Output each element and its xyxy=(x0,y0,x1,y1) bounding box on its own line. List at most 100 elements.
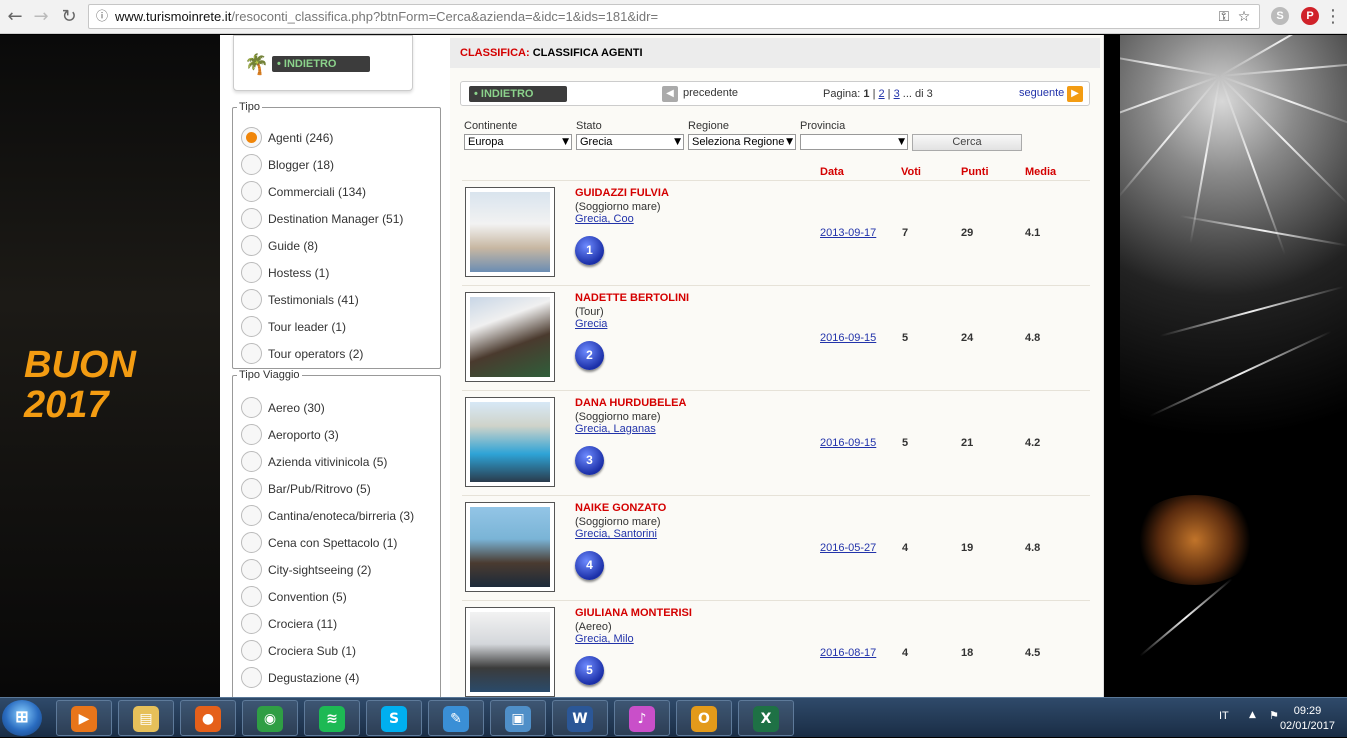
review-date-link[interactable]: 2013-09-17 xyxy=(820,227,876,239)
agent-photo[interactable] xyxy=(465,397,555,487)
radio-button-icon[interactable] xyxy=(241,397,262,418)
taskbar-app-button[interactable]: ≋ xyxy=(304,700,360,736)
review-date-link[interactable]: 2016-05-27 xyxy=(820,542,876,554)
agent-location-link[interactable]: Grecia, Santorini xyxy=(575,528,657,540)
agent-photo[interactable] xyxy=(465,607,555,697)
agent-photo[interactable] xyxy=(465,187,555,277)
taskbar-app-button[interactable]: O xyxy=(676,700,732,736)
prev-page-link[interactable]: precedente xyxy=(683,87,738,99)
radio-button-icon[interactable] xyxy=(241,667,262,688)
radio-button-icon[interactable] xyxy=(241,316,262,337)
radio-button-icon[interactable] xyxy=(241,235,262,256)
taskbar-app-button[interactable]: ◉ xyxy=(242,700,298,736)
radio-option[interactable]: Agenti (246) xyxy=(241,127,333,149)
agent-photo[interactable] xyxy=(465,292,555,382)
agent-location-link[interactable]: Grecia xyxy=(575,318,607,330)
radio-option[interactable]: Crociera Sub (1) xyxy=(241,640,356,662)
prev-page-icon[interactable]: ◀ xyxy=(662,86,678,102)
radio-button-icon[interactable] xyxy=(241,559,262,580)
taskbar-app-button[interactable]: ▤ xyxy=(118,700,174,736)
page-link-3[interactable]: 3 xyxy=(894,88,900,100)
radio-option[interactable]: City-sightseeing (2) xyxy=(241,559,371,581)
address-bar[interactable]: ⓘ www.turismoinrete.it/resoconti_classif… xyxy=(88,4,1260,29)
radio-button-icon[interactable] xyxy=(241,181,262,202)
taskbar-app-button[interactable]: X xyxy=(738,700,794,736)
radio-option[interactable]: Guide (8) xyxy=(241,235,318,257)
forward-arrow-icon[interactable]: → xyxy=(30,6,52,28)
taskbar-app-button[interactable]: ✎ xyxy=(428,700,484,736)
radio-button-icon[interactable] xyxy=(241,478,262,499)
stato-select[interactable]: Grecia ▼ xyxy=(576,134,684,150)
taskbar-app-button[interactable]: ▣ xyxy=(490,700,546,736)
radio-option[interactable]: Cantina/enoteca/birreria (3) xyxy=(241,505,414,527)
next-page-link[interactable]: seguente xyxy=(1019,87,1064,99)
back-button-secondary[interactable]: • INDIETRO xyxy=(469,86,567,102)
agent-location-link[interactable]: Grecia, Milo xyxy=(575,633,634,645)
radio-button-icon[interactable] xyxy=(241,343,262,364)
radio-option[interactable]: Azienda vitivinicola (5) xyxy=(241,451,387,473)
agent-location-link[interactable]: Grecia, Laganas xyxy=(575,423,656,435)
taskbar-app-button[interactable]: S xyxy=(366,700,422,736)
back-button[interactable]: • INDIETRO xyxy=(272,56,370,72)
agent-name[interactable]: GUIDAZZI FULVIA xyxy=(575,187,669,199)
radio-button-icon[interactable] xyxy=(241,154,262,175)
back-arrow-icon[interactable]: ← xyxy=(4,6,26,28)
page-link-2[interactable]: 2 xyxy=(878,88,884,100)
review-date-link[interactable]: 2016-09-15 xyxy=(820,332,876,344)
radio-option[interactable]: Blogger (18) xyxy=(241,154,334,176)
agent-name[interactable]: DANA HURDUBELEA xyxy=(575,397,686,409)
language-indicator[interactable]: IT xyxy=(1219,710,1229,722)
radio-option[interactable]: Destination Manager (51) xyxy=(241,208,403,230)
radio-button-icon[interactable] xyxy=(241,262,262,283)
radio-button-icon[interactable] xyxy=(241,613,262,634)
next-page-icon[interactable]: ▶ xyxy=(1067,86,1083,102)
radio-button-icon[interactable] xyxy=(241,451,262,472)
clock[interactable]: 09:29 02/01/2017 xyxy=(1280,704,1335,734)
provincia-select[interactable]: ▼ xyxy=(800,134,908,150)
agent-name[interactable]: GIULIANA MONTERISI xyxy=(575,607,692,619)
agent-name[interactable]: NAIKE GONZATO xyxy=(575,502,666,514)
key-icon[interactable]: ⚿ xyxy=(1215,9,1233,25)
agent-photo[interactable] xyxy=(465,502,555,592)
radio-option[interactable]: Convention (5) xyxy=(241,586,347,608)
review-date-link[interactable]: 2016-08-17 xyxy=(820,647,876,659)
radio-option[interactable]: Hostess (1) xyxy=(241,262,329,284)
flag-icon[interactable]: ⚑ xyxy=(1269,709,1279,722)
start-button[interactable]: ⊞ xyxy=(2,700,42,736)
radio-button-icon[interactable] xyxy=(241,208,262,229)
continente-select[interactable]: Europa ▼ xyxy=(464,134,572,150)
radio-button-icon[interactable] xyxy=(241,127,262,148)
search-button[interactable]: Cerca xyxy=(912,134,1022,151)
skype-extension-icon[interactable]: S xyxy=(1271,7,1289,25)
radio-button-icon[interactable] xyxy=(241,532,262,553)
review-date-link[interactable]: 2016-09-15 xyxy=(820,437,876,449)
taskbar-app-button[interactable]: W xyxy=(552,700,608,736)
radio-option[interactable]: Testimonials (41) xyxy=(241,289,359,311)
radio-option[interactable]: Commerciali (134) xyxy=(241,181,366,203)
radio-option[interactable]: Bar/Pub/Ritrovo (5) xyxy=(241,478,371,500)
radio-button-icon[interactable] xyxy=(241,289,262,310)
pinterest-extension-icon[interactable]: P xyxy=(1301,7,1319,25)
radio-option[interactable]: Aereo (30) xyxy=(241,397,325,419)
radio-option[interactable]: Aeroporto (3) xyxy=(241,424,339,446)
radio-option[interactable]: Tour leader (1) xyxy=(241,316,346,338)
bookmark-star-icon[interactable]: ☆ xyxy=(1235,9,1253,25)
taskbar-app-button[interactable]: ▶ xyxy=(56,700,112,736)
regione-select[interactable]: Seleziona Regione ▼ xyxy=(688,134,796,150)
radio-button-icon[interactable] xyxy=(241,586,262,607)
agent-name[interactable]: NADETTE BERTOLINI xyxy=(575,292,689,304)
radio-option[interactable]: Degustazione (4) xyxy=(241,667,359,689)
reload-icon[interactable]: ↻ xyxy=(58,6,80,28)
radio-option[interactable]: Crociera (11) xyxy=(241,613,337,635)
menu-icon[interactable]: ⋮ xyxy=(1322,6,1344,28)
radio-button-icon[interactable] xyxy=(241,424,262,445)
radio-option[interactable]: Tour operators (2) xyxy=(241,343,363,365)
radio-button-icon[interactable] xyxy=(241,505,262,526)
radio-button-icon[interactable] xyxy=(241,640,262,661)
agent-location-link[interactable]: Grecia, Coo xyxy=(575,213,634,225)
radio-option[interactable]: Cena con Spettacolo (1) xyxy=(241,532,397,554)
info-icon[interactable]: ⓘ xyxy=(96,5,108,28)
taskbar-app-button[interactable]: ● xyxy=(180,700,236,736)
tray-arrow-icon[interactable]: ▲ xyxy=(1249,710,1256,720)
taskbar-app-button[interactable]: ♪ xyxy=(614,700,670,736)
